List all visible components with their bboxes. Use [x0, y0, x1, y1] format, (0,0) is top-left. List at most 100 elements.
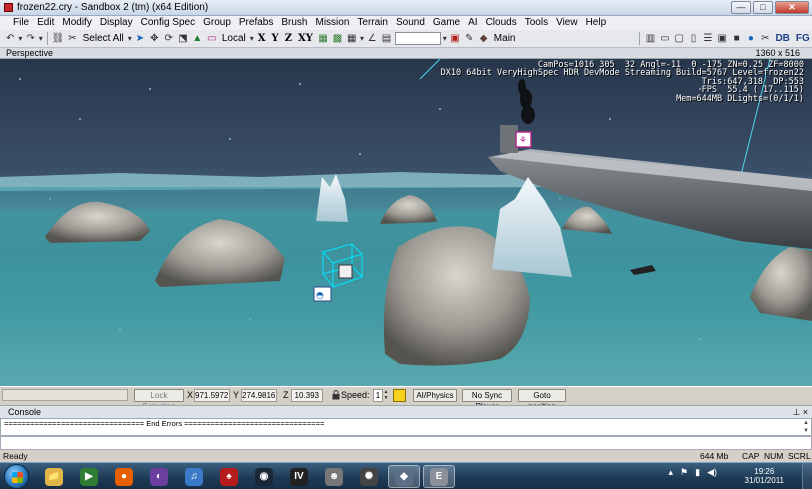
menu-brush[interactable]: Brush [277, 16, 311, 30]
bioshock-app[interactable]: ♠ [213, 465, 245, 488]
menu-sound[interactable]: Sound [392, 16, 429, 30]
open-icon[interactable]: ▭ [659, 32, 671, 46]
volume-icon[interactable]: ◀) [707, 467, 717, 478]
action-center-icon[interactable]: ⚑ [680, 467, 688, 478]
flowgraph-button[interactable]: FG [794, 33, 812, 44]
menu-prefabs[interactable]: Prefabs [235, 16, 277, 30]
move-icon[interactable]: ✥ [148, 32, 160, 46]
menu-file[interactable]: File [9, 16, 33, 30]
rect-select-icon[interactable]: ▭ [206, 32, 218, 46]
rotate-icon[interactable]: ⟳ [162, 32, 174, 46]
menu-game[interactable]: Game [429, 16, 464, 30]
starwars-app[interactable]: ✺ [353, 465, 385, 488]
select-arrow-icon[interactable]: ➤ [134, 32, 146, 46]
menu-edit[interactable]: Edit [33, 16, 58, 30]
lock-icon[interactable] [332, 390, 340, 400]
axis-z-button[interactable]: Z [283, 33, 294, 44]
x-coordinate-field[interactable]: 971.5972 [194, 389, 230, 402]
console-output[interactable]: ================================ End Err… [0, 418, 812, 436]
maximize-button[interactable]: □ [753, 1, 773, 14]
goto-position-button[interactable]: Goto position [518, 389, 566, 411]
gta4-app[interactable]: IV [283, 465, 315, 488]
list-icon[interactable]: ☰ [702, 32, 714, 46]
system-clock[interactable]: 19:26 31/01/2011 [745, 467, 784, 485]
terrain-follow-icon[interactable]: ▦ [317, 32, 329, 46]
z-coordinate-field[interactable]: 10.393 [291, 389, 323, 402]
menu-clouds[interactable]: Clouds [482, 16, 521, 30]
menu-help[interactable]: Help [582, 16, 611, 30]
sync-player-button[interactable]: No Sync Player [462, 389, 512, 411]
undo-icon[interactable]: ↶ [4, 32, 16, 46]
camera-icon[interactable]: ▣ [449, 32, 461, 46]
menu-display[interactable]: Display [96, 16, 137, 30]
itunes-app[interactable]: ♫ [178, 465, 210, 488]
stormtrooper-app[interactable]: ☻ [318, 465, 350, 488]
clipboard-icon[interactable]: ▯ [687, 32, 699, 46]
terrain-snap-icon[interactable]: ▲ [191, 32, 203, 46]
ai-physics-toggle-icon[interactable] [393, 389, 406, 402]
menu-terrain[interactable]: Terrain [353, 16, 392, 30]
object-follow-icon[interactable]: ▩ [331, 32, 343, 46]
show-desktop-button[interactable] [802, 463, 812, 489]
close-button[interactable]: ✕ [775, 1, 809, 14]
undo-dropdown-icon[interactable]: ▾ [18, 34, 22, 43]
menu-modify[interactable]: Modify [58, 16, 95, 30]
coord-system-chevron-down-icon[interactable]: ▾ [250, 34, 254, 43]
save-icon[interactable]: ▥ [644, 32, 656, 46]
layer-icon[interactable]: ◆ [477, 32, 489, 46]
redo-dropdown-icon[interactable]: ▾ [39, 34, 43, 43]
material-icon[interactable]: ▤ [380, 32, 392, 46]
console-input[interactable] [0, 436, 812, 450]
network-icon[interactable]: ▮ [695, 467, 700, 478]
selected-entity-icon[interactable] [338, 264, 353, 279]
search-combo[interactable] [394, 32, 441, 45]
toggle-icon[interactable]: ■ [730, 32, 742, 46]
redo-icon[interactable]: ↷ [24, 32, 36, 46]
axis-x-button[interactable]: X [256, 33, 268, 44]
sphere-icon[interactable]: ● [745, 32, 757, 46]
menu-mission[interactable]: Mission [311, 16, 353, 30]
menu-view[interactable]: View [552, 16, 582, 30]
menu-tools[interactable]: Tools [521, 16, 552, 30]
viewport-3d[interactable]: ⚘ ◓ CamPos=1016 305 32 Angl=-11 0 -175 Z… [0, 59, 812, 386]
coord-system-dropdown[interactable]: Local [220, 33, 248, 44]
minimize-button[interactable]: — [731, 1, 751, 14]
unlink-icon[interactable]: ✂ [66, 32, 78, 46]
explorer-app[interactable]: 📁 [38, 465, 70, 488]
menu-config-spec[interactable]: Config Spec [137, 16, 199, 30]
database-button[interactable]: DB [773, 33, 791, 44]
grid-icon[interactable]: ▦ [346, 32, 358, 46]
layer-name[interactable]: Main [492, 33, 518, 44]
scale-icon[interactable]: ⬔ [177, 32, 189, 46]
daemon-tools-app[interactable]: ◐ [143, 465, 175, 488]
scissors-icon[interactable]: ✂ [759, 32, 771, 46]
y-coordinate-field[interactable]: 274.9816 [241, 389, 277, 402]
media-center-app[interactable]: ▶ [73, 465, 105, 488]
grid-chevron-down-icon[interactable]: ▾ [360, 34, 364, 43]
sandbox-app[interactable]: ◆ [388, 465, 420, 488]
speed-spinner-icon[interactable]: ▲ ▼ [383, 389, 389, 402]
menu-group[interactable]: Group [199, 16, 235, 30]
select-all-chevron-down-icon[interactable]: ▾ [128, 34, 132, 43]
start-button[interactable] [4, 464, 29, 489]
menu-ai[interactable]: AI [464, 16, 481, 30]
select-all-dropdown[interactable]: Select All [81, 33, 126, 44]
snap-angle-icon[interactable]: ∠ [366, 32, 378, 46]
combo-chevron-down-icon[interactable]: ▾ [443, 34, 447, 43]
cube-icon[interactable]: ▣ [716, 32, 728, 46]
link-icon[interactable]: ⛓ [52, 32, 65, 46]
crysis-app[interactable]: E [423, 465, 455, 488]
console-pin-close-icon[interactable]: ⊥ × [792, 406, 808, 418]
console-scrollbar[interactable]: ▲ ▼ [803, 419, 809, 435]
axis-xy-button[interactable]: XY [296, 33, 315, 44]
firefox-app[interactable]: ● [108, 465, 140, 488]
viewport-title[interactable]: Perspective [6, 48, 53, 58]
axis-y-button[interactable]: Y [270, 33, 281, 44]
lock-selection-button[interactable]: Lock Selection [134, 389, 184, 411]
speed-field[interactable]: 1 [373, 389, 383, 402]
copy-icon[interactable]: ▢ [673, 32, 685, 46]
steam-app[interactable]: ◉ [248, 465, 280, 488]
wizard-icon[interactable]: ✎ [463, 32, 475, 46]
tray-expand-icon[interactable]: ▴ [669, 467, 674, 478]
ai-physics-button[interactable]: AI/Physics [413, 389, 457, 402]
